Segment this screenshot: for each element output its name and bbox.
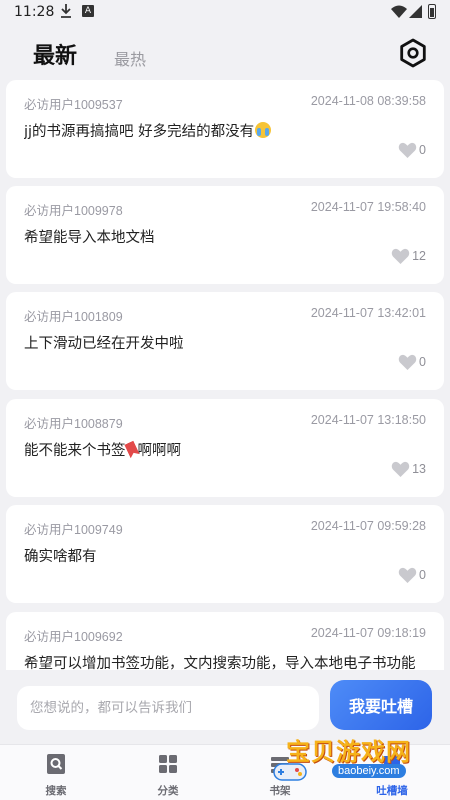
download-icon	[61, 4, 71, 18]
submit-feedback-button[interactable]: 我要吐槽	[330, 680, 432, 730]
settings-icon[interactable]	[398, 38, 428, 68]
heart-icon	[391, 248, 410, 264]
heart-icon	[398, 354, 417, 370]
like-button[interactable]: 0	[398, 353, 426, 371]
post-card[interactable]: 必访用户1009978 2024-11-07 19:58:40 希望能导入本地文…	[6, 186, 444, 284]
feedback-list[interactable]: 必访用户1009537 2024-11-08 08:39:58 jj的书源再搞搞…	[0, 80, 450, 670]
post-card[interactable]: 必访用户1001809 2024-11-07 13:42:01 上下滑动已经在开…	[6, 292, 444, 390]
nav-item-bookshelf[interactable]: 书架	[250, 751, 310, 797]
like-button[interactable]: 12	[391, 247, 426, 265]
bottom-nav: 搜索 分类 书架 吐槽墙	[0, 744, 450, 800]
heart-icon	[391, 461, 410, 477]
post-content: jj的书源再搞搞吧 好多完结的都没有	[24, 120, 430, 141]
bookshelf-icon	[271, 757, 289, 773]
post-user: 必访用户1009749	[24, 523, 123, 537]
category-icon	[159, 755, 177, 773]
battery-icon	[428, 4, 436, 19]
like-count: 0	[419, 568, 426, 582]
post-content: 希望可以增加书签功能，文内搜索功能，导入本地电子书功能	[24, 656, 416, 670]
post-content: 确实啥都有	[24, 549, 97, 565]
post-time: 2024-11-07 09:18:19	[310, 626, 426, 640]
tab-latest[interactable]: 最新	[33, 38, 77, 70]
post-user: 必访用户1008879	[24, 417, 123, 431]
like-count: 13	[412, 462, 426, 476]
feedback-wall-icon	[384, 756, 400, 772]
post-card[interactable]: 必访用户1008879 2024-11-07 13:18:50 能不能来个书签啊…	[6, 399, 444, 497]
like-count: 0	[419, 143, 426, 157]
status-time: 11:28	[14, 4, 55, 20]
post-card[interactable]: 必访用户1009692 2024-11-07 09:18:19 希望可以增加书签…	[6, 612, 444, 670]
post-card[interactable]: 必访用户1009749 2024-11-07 09:59:28 确实啥都有 0	[6, 505, 444, 603]
post-time: 2024-11-07 09:59:28	[310, 519, 426, 533]
like-button[interactable]: 0	[398, 141, 426, 159]
nav-item-category[interactable]: 分类	[138, 751, 198, 797]
a-badge-icon: A	[82, 5, 94, 17]
post-time: 2024-11-07 19:58:40	[310, 200, 426, 214]
heart-icon	[398, 142, 417, 158]
post-user: 必访用户1001809	[24, 310, 123, 324]
status-bar: 11:28 A	[0, 0, 450, 26]
nav-label: 分类	[157, 785, 179, 797]
nav-label: 吐槽墙	[376, 785, 408, 797]
like-button[interactable]: 0	[398, 566, 426, 584]
nav-item-search[interactable]: 搜索	[26, 751, 86, 797]
compose-bar: 我要吐槽	[0, 670, 450, 744]
signal-icon	[409, 5, 422, 18]
post-content: 希望能导入本地文档	[24, 230, 155, 246]
post-card[interactable]: 必访用户1009537 2024-11-08 08:39:58 jj的书源再搞搞…	[6, 80, 444, 178]
header: 最新 最热	[0, 26, 450, 80]
post-time: 2024-11-07 13:42:01	[310, 306, 426, 320]
crying-face-icon	[255, 122, 272, 138]
feedback-input[interactable]	[17, 686, 319, 730]
tab-hot[interactable]: 最热	[114, 46, 146, 70]
like-button[interactable]: 13	[391, 460, 426, 478]
nav-label: 搜索	[45, 785, 67, 797]
wifi-icon	[391, 5, 407, 18]
like-count: 0	[419, 355, 426, 369]
post-user: 必访用户1009692	[24, 630, 123, 644]
like-count: 12	[412, 249, 426, 263]
post-user: 必访用户1009537	[24, 98, 123, 112]
nav-item-feedback-wall[interactable]: 吐槽墙	[362, 751, 422, 797]
heart-icon	[398, 567, 417, 583]
post-user: 必访用户1009978	[24, 204, 123, 218]
post-content: 能不能来个书签 啊啊啊	[24, 439, 430, 460]
nav-label: 书架	[269, 785, 291, 797]
search-icon	[47, 754, 65, 774]
post-content: 上下滑动已经在开发中啦	[24, 336, 184, 352]
post-time: 2024-11-08 08:39:58	[310, 94, 426, 108]
post-time: 2024-11-07 13:18:50	[310, 413, 426, 427]
